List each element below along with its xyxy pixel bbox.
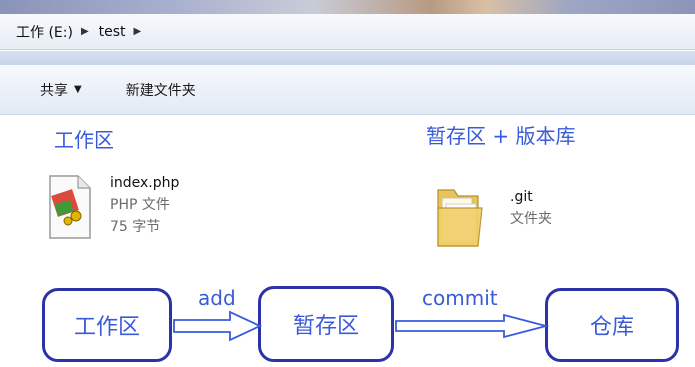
share-button-label: 共享 [40, 82, 68, 99]
folder-type: 文件夹 [510, 211, 552, 227]
repository-box: 仓库 [545, 288, 679, 362]
toolbar-separator-band [0, 51, 695, 65]
breadcrumb-drive[interactable]: 工作 (E:) ▶ [16, 22, 99, 42]
folder-icon [432, 180, 488, 256]
php-file-icon [46, 172, 94, 246]
folder-item-git[interactable]: .git 文件夹 [432, 180, 552, 256]
address-bar[interactable]: 工作 (E:) ▶ test ▶ [0, 14, 695, 50]
add-arrow-label: add [198, 286, 236, 310]
folder-name: .git [510, 189, 533, 205]
repository-box-label: 仓库 [589, 315, 634, 340]
add-arrow [173, 310, 263, 342]
staging-repo-annotation: 暂存区 + 版本库 [426, 124, 576, 148]
new-folder-button[interactable]: 新建文件夹 [126, 80, 196, 100]
dropdown-arrow-icon: ▼ [74, 84, 82, 95]
share-button[interactable]: 共享 ▼ [40, 80, 82, 100]
commit-arrow [395, 313, 550, 339]
staging-box: 暂存区 [258, 286, 394, 362]
chevron-right-icon[interactable]: ▶ [81, 26, 89, 37]
workspace-annotation: 工作区 [54, 128, 114, 152]
chevron-right-icon[interactable]: ▶ [134, 26, 142, 37]
file-size: 75 字节 [110, 219, 161, 235]
breadcrumb-test-label: test [98, 23, 126, 40]
breadcrumb-test[interactable]: test ▶ [99, 24, 152, 40]
workspace-box: 工作区 [42, 288, 172, 362]
workspace-box-label: 工作区 [73, 315, 140, 340]
file-name: index.php [110, 175, 180, 191]
window-top-strip [0, 0, 695, 14]
staging-box-label: 暂存区 [292, 314, 359, 339]
breadcrumb-drive-label: 工作 (E:) [16, 24, 73, 41]
file-type: PHP 文件 [110, 197, 170, 213]
file-item-index-php[interactable]: index.php PHP 文件 75 字节 [46, 172, 179, 246]
command-toolbar: 共享 ▼ 新建文件夹 [0, 65, 695, 115]
commit-arrow-label: commit [422, 286, 498, 310]
new-folder-button-label: 新建文件夹 [125, 82, 196, 99]
